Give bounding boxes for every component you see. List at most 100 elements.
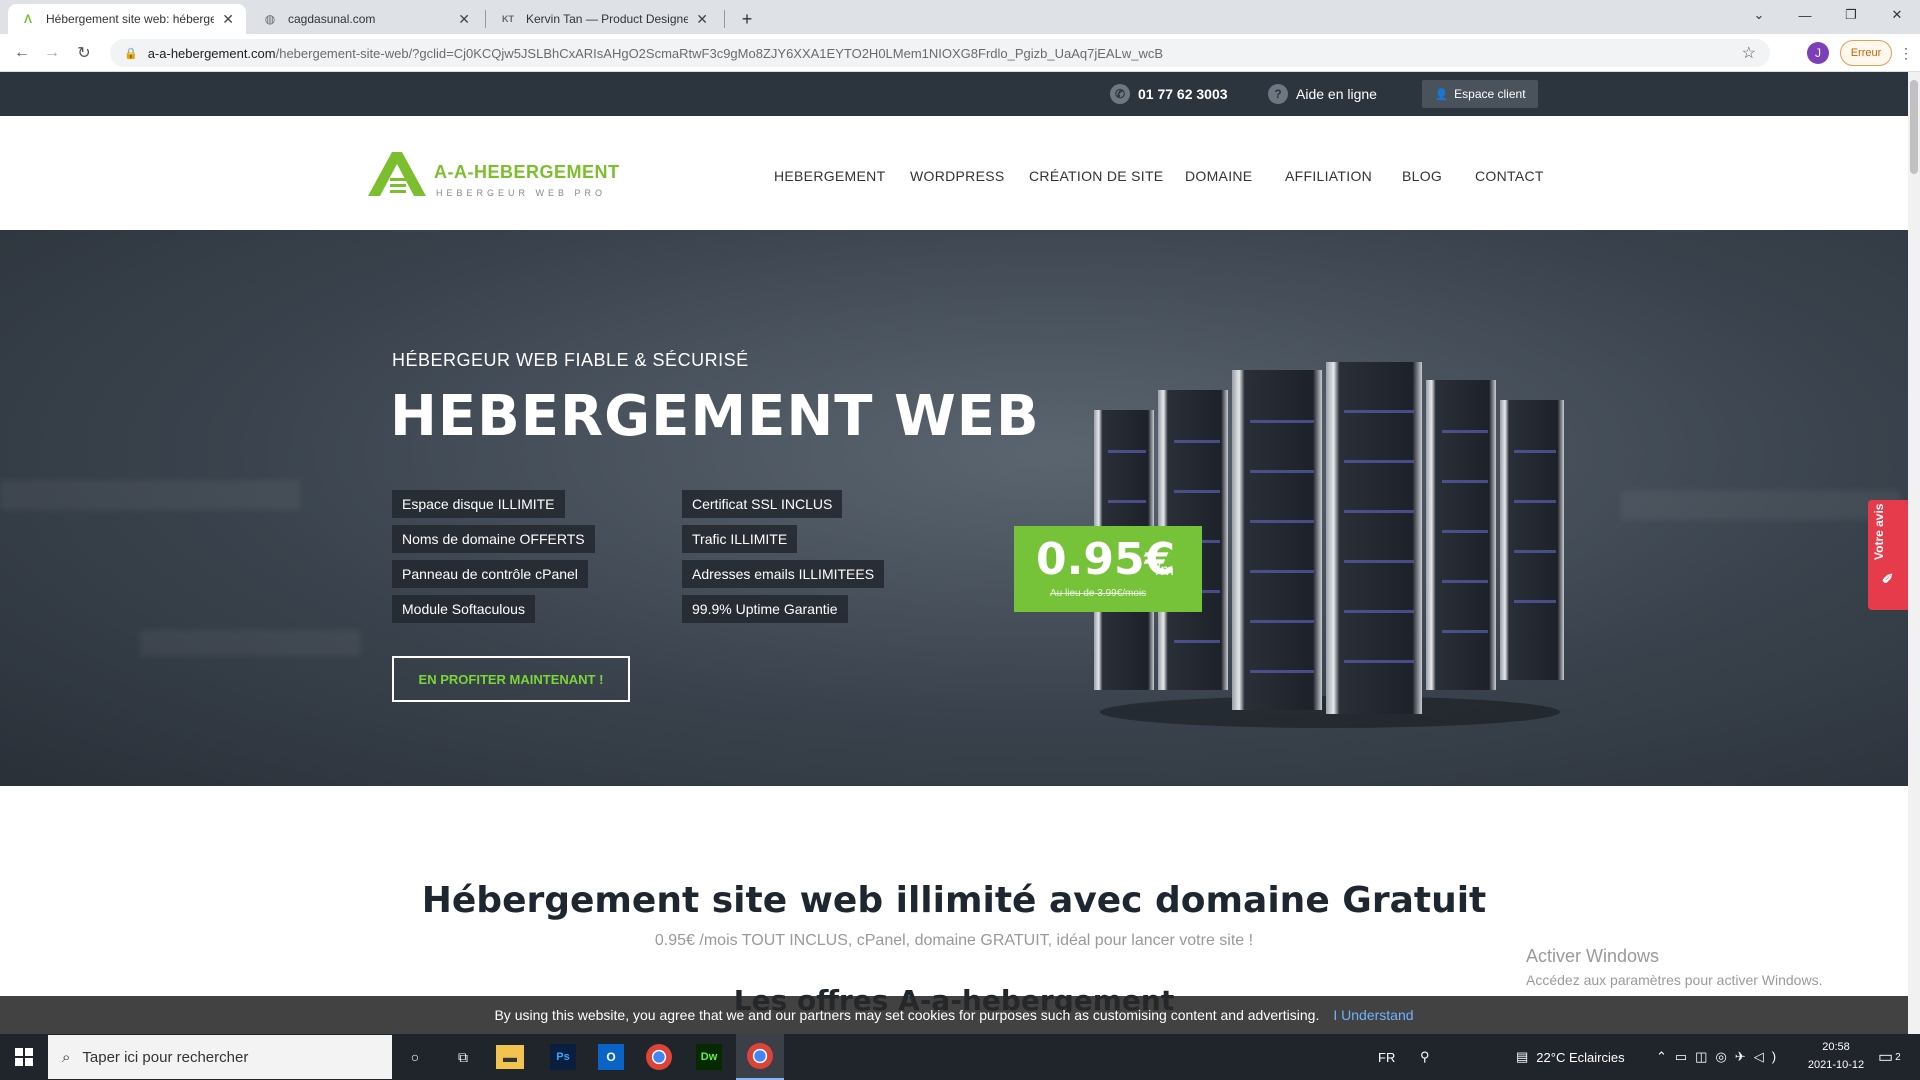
menu-wordpress[interactable]: WORDPRESS bbox=[910, 168, 1005, 184]
outlook-icon[interactable]: O bbox=[598, 1044, 624, 1070]
cookie-accept-link[interactable]: I Understand bbox=[1333, 1007, 1413, 1023]
tab-title: cagdasunal.com bbox=[288, 12, 376, 26]
cortana-icon[interactable]: ○ bbox=[398, 1040, 432, 1074]
menu-blog[interactable]: BLOG bbox=[1402, 168, 1442, 184]
star-icon[interactable]: ☆ bbox=[1742, 43, 1756, 63]
logo-house-icon[interactable] bbox=[368, 150, 426, 196]
new-tab-button[interactable]: + bbox=[730, 4, 764, 34]
tab-title: Kervin Tan — Product Designer bbox=[526, 12, 689, 26]
help-label: Aide en ligne bbox=[1296, 86, 1377, 102]
weather-text: 22°C Eclaircies bbox=[1536, 1049, 1625, 1065]
page-scrollbar[interactable] bbox=[1908, 72, 1920, 1034]
taskbar-search[interactable]: ⌕ Taper ici pour rechercher bbox=[48, 1035, 392, 1079]
price-old: Au lieu de 3.99€/mois bbox=[1050, 588, 1147, 599]
scrollbar-thumb[interactable] bbox=[1910, 80, 1918, 174]
clock-date: 2021-10-12 bbox=[1807, 1059, 1865, 1071]
background-blur bbox=[0, 480, 300, 510]
price-unit: /m bbox=[1156, 562, 1174, 579]
taskbar-search-placeholder: Taper ici pour rechercher bbox=[82, 1048, 249, 1066]
logo-name[interactable]: A-A-HEBERGEMENT bbox=[434, 162, 620, 183]
hero-kicker: HÉBERGEUR WEB FIABLE & SÉCURISÉ bbox=[392, 350, 749, 370]
aa-favicon-icon: Λ bbox=[23, 12, 32, 26]
tab-kervin[interactable]: KT Kervin Tan — Product Designer ✕ bbox=[488, 4, 720, 34]
background-blur bbox=[140, 630, 360, 656]
client-area-label: Espace client bbox=[1454, 87, 1526, 101]
user-icon: 👤 bbox=[1434, 88, 1449, 101]
error-button[interactable]: Erreur bbox=[1840, 40, 1892, 66]
hero-banner: HÉBERGEUR WEB FIABLE & SÉCURISÉ HEBERGEM… bbox=[0, 230, 1908, 786]
menu-creation-site[interactable]: CRÉATION DE SITE bbox=[1029, 168, 1163, 184]
section-title: Hébergement site web illimité avec domai… bbox=[421, 880, 1487, 921]
url-path: /hebergement-site-web/?gclid=Cj0KCQjw5JS… bbox=[275, 45, 1163, 61]
task-view-icon[interactable]: ⧉ bbox=[446, 1040, 480, 1074]
lock-icon: 🔒 bbox=[124, 47, 138, 60]
menu-contact[interactable]: CONTACT bbox=[1475, 168, 1544, 184]
activate-windows-title: Activer Windows bbox=[1526, 946, 1660, 966]
search-icon: ⌕ bbox=[62, 1048, 71, 1066]
activate-windows-subtitle: Accédez aux paramètres pour activer Wind… bbox=[1526, 972, 1823, 988]
menu-affiliation[interactable]: AFFILIATION bbox=[1285, 168, 1372, 184]
cookie-banner: By using this website, you agree that we… bbox=[0, 996, 1908, 1034]
phone-link[interactable]: ✆ 01 77 62 3003 bbox=[1110, 72, 1228, 116]
notifications-icon[interactable]: ▭ 2 bbox=[1878, 1034, 1901, 1080]
feature-item: 99.9% Uptime Garantie bbox=[682, 595, 848, 623]
weather-widget[interactable]: ▤ 22°C Eclaircies bbox=[1516, 1034, 1625, 1080]
photoshop-icon[interactable]: Ps bbox=[550, 1044, 576, 1070]
language-indicator[interactable]: FR bbox=[1378, 1034, 1395, 1080]
chrome-active-icon[interactable] bbox=[736, 1034, 784, 1080]
windows-start-icon[interactable] bbox=[0, 1034, 48, 1080]
reload-icon[interactable]: ↻ bbox=[72, 42, 96, 64]
help-link[interactable]: ? Aide en ligne bbox=[1268, 72, 1377, 116]
back-icon[interactable]: ← bbox=[10, 42, 34, 64]
close-tab-icon[interactable]: ✕ bbox=[222, 11, 234, 28]
globe-icon: ◍ bbox=[264, 12, 276, 26]
dreamweaver-icon[interactable]: Dw bbox=[696, 1044, 722, 1070]
menu-dots-icon[interactable]: ⋮ bbox=[1894, 42, 1918, 64]
address-bar[interactable]: 🔒 a-a-hebergement.com/hebergement-site-w… bbox=[110, 39, 1770, 67]
browser-tab-bar: Λ Hébergement site web: héberge ✕ ◍ cagd… bbox=[0, 0, 1920, 34]
logo-tagline: HEBERGEUR WEB PRO bbox=[436, 188, 607, 198]
tab-cagdasunal[interactable]: ◍ cagdasunal.com ✕ bbox=[250, 4, 482, 34]
feedback-tab[interactable]: Votre avis ✎ bbox=[1868, 500, 1908, 610]
close-tab-icon[interactable]: ✕ bbox=[696, 11, 708, 28]
minimize-icon[interactable]: — bbox=[1782, 0, 1828, 30]
clock[interactable]: 20:58 2021-10-12 bbox=[1796, 1038, 1876, 1074]
kervin-favicon-icon: KT bbox=[502, 14, 514, 24]
site-topbar: ✆ 01 77 62 3003 ? Aide en ligne 👤 Espace… bbox=[0, 72, 1908, 116]
restore-icon[interactable]: ❐ bbox=[1828, 0, 1874, 30]
close-tab-icon[interactable]: ✕ bbox=[458, 11, 470, 28]
feature-item: Certificat SSL INCLUS bbox=[682, 490, 843, 518]
help-icon: ? bbox=[1268, 84, 1288, 104]
close-window-icon[interactable]: ✕ bbox=[1874, 0, 1920, 30]
phone-icon: ✆ bbox=[1110, 84, 1130, 104]
tab-hebergement[interactable]: Λ Hébergement site web: héberge ✕ bbox=[8, 4, 246, 34]
client-area-button[interactable]: 👤 Espace client bbox=[1422, 80, 1538, 108]
feature-item: Adresses emails ILLIMITEES bbox=[682, 560, 885, 588]
feature-item: Trafic ILLIMITE bbox=[682, 525, 798, 553]
price-value: 0.95€ bbox=[1036, 534, 1176, 585]
phone-number: 01 77 62 3003 bbox=[1138, 86, 1228, 102]
menu-hebergement[interactable]: HEBERGEMENT bbox=[774, 168, 885, 184]
tab-separator bbox=[724, 10, 725, 28]
forward-icon[interactable]: → bbox=[40, 42, 64, 64]
chrome-icon[interactable] bbox=[646, 1044, 672, 1070]
tray-icons[interactable]: ⌃▭◫◎✈◁) bbox=[1656, 1034, 1784, 1080]
cta-button[interactable]: EN PROFITER MAINTENANT ! bbox=[392, 656, 630, 702]
clock-time: 20:58 bbox=[1822, 1041, 1850, 1053]
hero-title: HEBERGEMENT WEB bbox=[390, 384, 1040, 449]
price-badge: 0.95€ /m Au lieu de 3.99€/mois bbox=[1014, 526, 1202, 612]
browser-toolbar: ← → ↻ 🔒 a-a-hebergement.com/hebergement-… bbox=[0, 34, 1920, 72]
file-explorer-icon[interactable]: ▬ bbox=[496, 1045, 524, 1069]
menu-domaine[interactable]: DOMAINE bbox=[1185, 168, 1252, 184]
background-blur bbox=[1620, 490, 1900, 520]
people-icon[interactable]: ⚲ bbox=[1420, 1034, 1430, 1080]
feature-item: Noms de domaine OFFERTS bbox=[392, 525, 595, 553]
feature-item: Espace disque ILLIMITE bbox=[392, 490, 565, 518]
feedback-label: Votre avis bbox=[1872, 503, 1886, 560]
site-header: A-A-HEBERGEMENT HEBERGEUR WEB PRO HEBERG… bbox=[0, 116, 1908, 230]
url-host: a-a-hebergement.com bbox=[147, 45, 276, 61]
windows-taskbar: ⌕ Taper ici pour rechercher ○ ⧉ ▬ Ps O D… bbox=[0, 1034, 1920, 1080]
tab-search-icon[interactable]: ⌄ bbox=[1736, 0, 1782, 30]
feature-item: Module Softaculous bbox=[392, 595, 535, 623]
profile-avatar[interactable]: J bbox=[1807, 42, 1829, 64]
